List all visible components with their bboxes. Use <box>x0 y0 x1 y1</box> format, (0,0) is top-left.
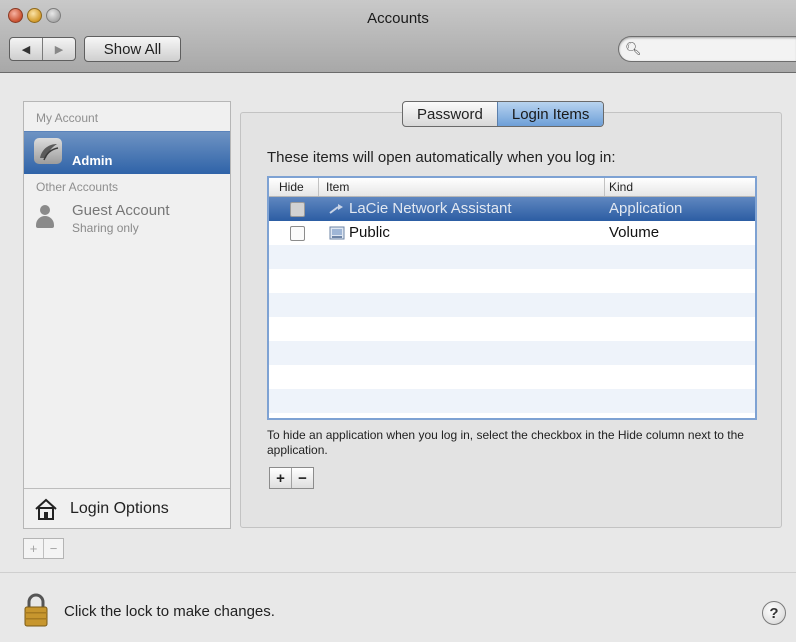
item-kind: Application <box>609 200 683 217</box>
my-account-header: My Account <box>36 111 99 125</box>
divider <box>0 572 796 573</box>
forward-arrow-icon: ▶ <box>54 43 64 56</box>
back-button[interactable]: ◀ <box>10 38 42 60</box>
empty-row <box>269 293 755 317</box>
search-field[interactable]: 🔍︎ <box>618 36 796 62</box>
account-subtitle: Sharing only <box>72 221 139 235</box>
account-name: Admin <box>72 153 113 168</box>
other-accounts-header: Other Accounts <box>36 180 119 194</box>
add-account-button[interactable]: + <box>24 539 43 558</box>
account-item-guest[interactable]: Guest Account <box>72 202 170 219</box>
hide-checkbox[interactable] <box>290 202 305 217</box>
login-item-add-remove: + − <box>269 467 314 489</box>
hide-checkbox[interactable] <box>290 226 305 241</box>
tab-password[interactable]: Password <box>403 102 497 126</box>
login-options-label: Login Options <box>70 500 169 517</box>
house-icon <box>34 498 58 520</box>
tab-login-items[interactable]: Login Items <box>496 102 604 126</box>
volume-icon <box>329 226 345 240</box>
column-header-item[interactable]: Item <box>326 180 349 194</box>
column-header-kind[interactable]: Kind <box>609 180 633 194</box>
item-name: LaCie Network Assistant <box>349 200 512 217</box>
table-row[interactable]: Public Volume <box>269 221 755 245</box>
remove-account-button[interactable]: − <box>43 539 63 558</box>
login-options-item[interactable]: Login Options <box>24 488 230 529</box>
hide-hint-text: To hide an application when you log in, … <box>267 428 744 457</box>
forward-button[interactable]: ▶ <box>42 38 75 60</box>
lock-message: Click the lock to make changes. <box>64 603 275 620</box>
help-button[interactable]: ? <box>762 601 786 625</box>
table-header: Hide Item Kind <box>269 178 755 197</box>
user-avatar-icon <box>34 138 62 164</box>
back-arrow-icon: ◀ <box>21 43 31 56</box>
accounts-list: My Account Admin Other Accounts Guest Ac… <box>23 101 231 529</box>
login-items-table: Hide Item Kind LaCie Network Assistant A… <box>267 176 757 420</box>
empty-row <box>269 365 755 389</box>
login-items-intro: These items will open automatically when… <box>267 149 616 166</box>
account-item-admin[interactable]: Admin <box>24 131 230 174</box>
remove-login-item-button[interactable]: − <box>291 468 313 488</box>
account-add-remove: + − <box>23 538 64 559</box>
empty-row <box>269 389 755 413</box>
navigation-buttons: ◀ ▶ <box>9 37 76 61</box>
title-bar: Accounts ◀ ▶ Show All 🔍︎ <box>0 0 796 73</box>
column-header-hide[interactable]: Hide <box>279 180 304 194</box>
magnifier-icon: 🔍︎ <box>625 41 642 56</box>
show-all-button[interactable]: Show All <box>84 36 181 62</box>
empty-row <box>269 341 755 365</box>
network-assistant-icon <box>329 202 345 216</box>
table-row[interactable]: LaCie Network Assistant Application <box>269 197 755 221</box>
add-login-item-button[interactable]: + <box>270 468 291 488</box>
item-kind: Volume <box>609 224 660 241</box>
empty-row <box>269 317 755 341</box>
item-name: Public <box>349 224 390 241</box>
empty-row <box>269 245 755 269</box>
lock-icon[interactable] <box>22 592 50 628</box>
tab-bar: Password Login Items <box>402 101 605 127</box>
empty-row <box>269 269 755 293</box>
person-silhouette-icon <box>35 205 55 229</box>
window-title: Accounts <box>367 10 429 27</box>
